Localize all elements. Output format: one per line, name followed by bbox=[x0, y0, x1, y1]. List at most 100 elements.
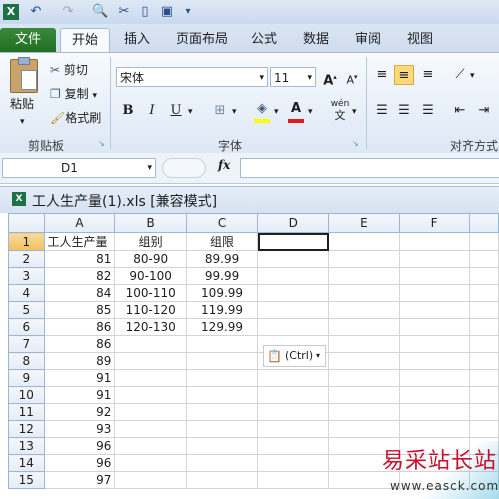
cell[interactable]: 90-100 bbox=[114, 267, 187, 285]
row-header[interactable]: 5 bbox=[8, 301, 45, 319]
cell[interactable] bbox=[114, 420, 187, 438]
paste-dropdown-icon[interactable]: ▾ bbox=[20, 113, 25, 131]
print-preview-icon[interactable]: 🔍 bbox=[92, 4, 108, 20]
new-document-icon[interactable]: ▯ bbox=[137, 4, 153, 20]
align-left-icon[interactable]: ☰ bbox=[372, 101, 392, 121]
tab-insert[interactable]: 插入 bbox=[116, 28, 158, 52]
cell[interactable] bbox=[328, 301, 400, 319]
decrease-indent-icon[interactable]: ⇤ bbox=[450, 101, 470, 121]
cell[interactable]: 89.99 bbox=[185, 250, 259, 268]
cell[interactable] bbox=[257, 471, 330, 489]
excel-logo-icon[interactable]: X bbox=[3, 4, 19, 20]
column-header-b[interactable]: B bbox=[114, 213, 187, 233]
cell[interactable]: 93 bbox=[43, 420, 116, 438]
row-header[interactable]: 13 bbox=[8, 437, 45, 455]
cell[interactable] bbox=[468, 403, 499, 421]
cell[interactable]: 86 bbox=[43, 335, 116, 353]
cell[interactable] bbox=[398, 403, 470, 421]
cell[interactable] bbox=[185, 352, 259, 370]
orientation-icon[interactable]: ⟋ bbox=[450, 65, 470, 85]
cell[interactable] bbox=[468, 232, 499, 251]
cell[interactable] bbox=[257, 454, 330, 472]
cell[interactable]: 91 bbox=[43, 386, 116, 404]
column-header-c[interactable]: C bbox=[185, 213, 259, 233]
cell[interactable]: 86 bbox=[43, 318, 116, 336]
cell[interactable] bbox=[398, 250, 470, 268]
row-header[interactable]: 12 bbox=[8, 420, 45, 438]
font-color-dropdown-icon[interactable]: ▾ bbox=[308, 103, 313, 121]
cell[interactable] bbox=[185, 335, 259, 353]
shrink-font-button[interactable]: A▾ bbox=[342, 67, 362, 87]
cell[interactable] bbox=[114, 454, 187, 472]
increase-indent-icon[interactable]: ⇥ bbox=[474, 101, 494, 121]
cell[interactable] bbox=[185, 471, 259, 489]
redo-icon[interactable]: ↷ bbox=[60, 4, 76, 20]
cell[interactable] bbox=[185, 420, 259, 438]
cell[interactable] bbox=[398, 301, 470, 319]
column-header-d[interactable]: D bbox=[257, 213, 330, 233]
cell[interactable] bbox=[398, 369, 470, 387]
cell[interactable] bbox=[328, 403, 400, 421]
copy-button[interactable]: ❐ 复制 ▾ bbox=[50, 85, 97, 105]
border-dropdown-icon[interactable]: ▾ bbox=[232, 103, 237, 121]
cell[interactable]: 96 bbox=[43, 437, 116, 455]
format-painter-button[interactable]: 🖌格式刷 bbox=[50, 109, 101, 127]
row-header[interactable]: 2 bbox=[8, 250, 45, 268]
cell[interactable] bbox=[468, 369, 499, 387]
cell[interactable] bbox=[114, 403, 187, 421]
row-header[interactable]: 6 bbox=[8, 318, 45, 336]
phonetic-dropdown-icon[interactable]: ▾ bbox=[352, 103, 357, 121]
tab-page-layout[interactable]: 页面布局 bbox=[170, 28, 234, 52]
row-header[interactable]: 10 bbox=[8, 386, 45, 404]
cell[interactable]: 120-130 bbox=[114, 318, 187, 336]
row-header[interactable]: 7 bbox=[8, 335, 45, 353]
paste-button[interactable]: 粘贴 bbox=[10, 95, 34, 113]
tab-review[interactable]: 审阅 bbox=[348, 28, 388, 52]
save-icon[interactable]: ▣ bbox=[159, 4, 175, 20]
fill-dropdown-icon[interactable]: ▾ bbox=[274, 103, 279, 121]
fill-color-icon[interactable]: ◈ bbox=[252, 99, 272, 119]
grow-font-button[interactable]: A▴ bbox=[320, 67, 340, 88]
phonetic-guide-icon[interactable]: wén 文 bbox=[326, 99, 354, 125]
row-header[interactable]: 3 bbox=[8, 267, 45, 285]
insert-function-button[interactable]: fx bbox=[218, 158, 230, 172]
formula-bar-splitter[interactable] bbox=[162, 158, 206, 178]
cell[interactable] bbox=[468, 335, 499, 353]
cell[interactable] bbox=[328, 369, 400, 387]
cell[interactable] bbox=[257, 250, 330, 268]
column-header-e[interactable]: E bbox=[328, 213, 400, 233]
tab-file[interactable]: 文件 bbox=[0, 28, 56, 52]
cell[interactable] bbox=[257, 267, 330, 285]
tab-data[interactable]: 数据 bbox=[296, 28, 336, 52]
cell[interactable]: 110-120 bbox=[114, 301, 187, 319]
cell[interactable]: 119.99 bbox=[185, 301, 259, 319]
row-header[interactable]: 9 bbox=[8, 369, 45, 387]
cell[interactable]: 组限 bbox=[185, 232, 259, 251]
paste-icon[interactable] bbox=[10, 57, 38, 93]
cell[interactable] bbox=[185, 403, 259, 421]
cell[interactable] bbox=[398, 386, 470, 404]
cell[interactable] bbox=[468, 420, 499, 438]
align-middle-icon[interactable]: ≡ bbox=[394, 65, 414, 85]
underline-dropdown-icon[interactable]: ▾ bbox=[188, 103, 193, 121]
cell[interactable] bbox=[257, 420, 330, 438]
cell[interactable] bbox=[114, 471, 187, 489]
name-box-dropdown-icon[interactable]: ▾ bbox=[147, 159, 152, 177]
align-bottom-icon[interactable]: ≡ bbox=[418, 65, 438, 85]
cell[interactable] bbox=[328, 250, 400, 268]
cell[interactable] bbox=[468, 301, 499, 319]
undo-icon[interactable]: ↶ bbox=[28, 4, 44, 20]
border-icon[interactable]: ⊞ bbox=[210, 101, 230, 121]
cell[interactable] bbox=[114, 352, 187, 370]
cell[interactable] bbox=[328, 335, 400, 353]
cell[interactable] bbox=[398, 335, 470, 353]
cell[interactable] bbox=[257, 318, 330, 336]
cell[interactable] bbox=[468, 352, 499, 370]
cell[interactable] bbox=[468, 250, 499, 268]
cell[interactable]: 89 bbox=[43, 352, 116, 370]
cell[interactable]: 组别 bbox=[114, 232, 187, 251]
cell[interactable] bbox=[398, 267, 470, 285]
cell[interactable] bbox=[185, 437, 259, 455]
cell[interactable] bbox=[328, 352, 400, 370]
cell[interactable]: 82 bbox=[43, 267, 116, 285]
